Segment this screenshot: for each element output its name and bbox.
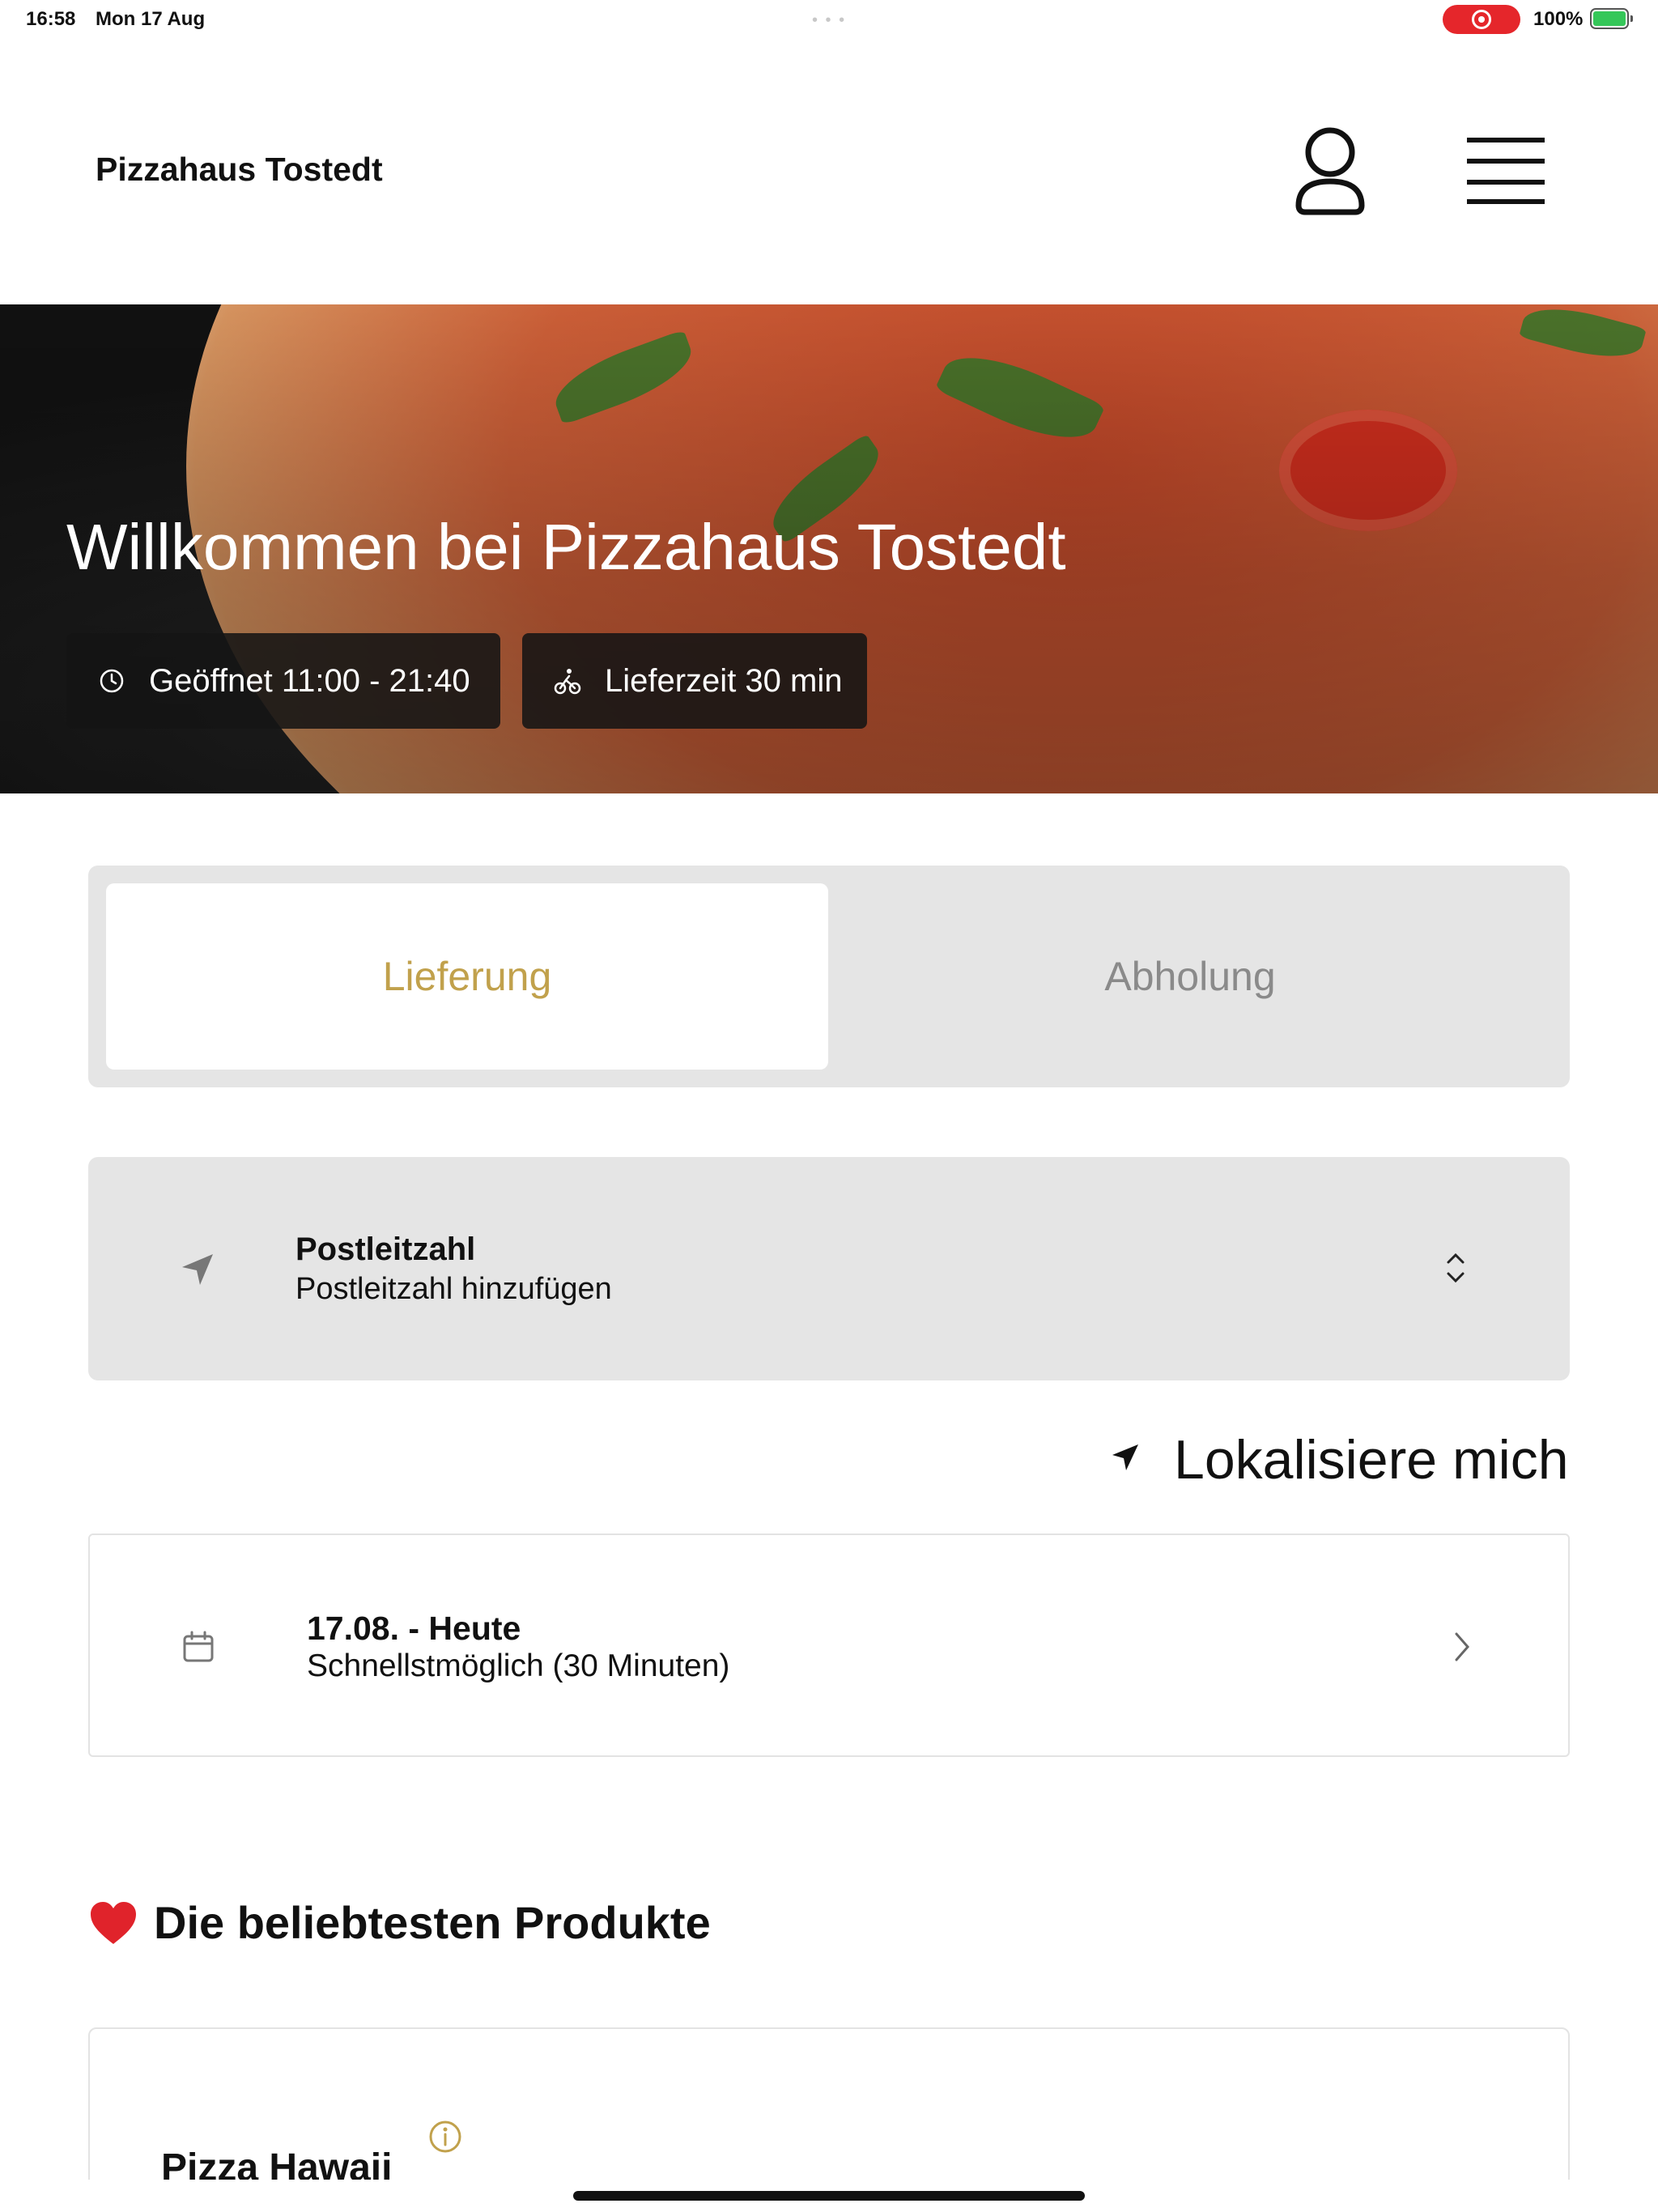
opening-hours-badge: Geöffnet 11:00 - 21:40: [66, 633, 500, 729]
order-mode-toggle: Lieferung Abholung: [88, 866, 1570, 1087]
calendar-icon: [183, 1631, 214, 1662]
battery-percentage: 100%: [1533, 8, 1584, 30]
screen-recording-icon: [1443, 5, 1520, 34]
opening-hours-text: Geöffnet 11:00 - 21:40: [149, 662, 470, 699]
status-bar: 16:58 Mon 17 Aug • • • 100%: [0, 0, 1658, 40]
popular-products-title: Die beliebtesten Produkte: [154, 1897, 711, 1948]
location-arrow-icon: [182, 1254, 213, 1285]
postal-code-selector[interactable]: Postleitzahl Postleitzahl hinzufügen: [88, 1157, 1570, 1380]
info-icon[interactable]: [428, 2120, 462, 2154]
hamburger-menu-icon[interactable]: [1465, 136, 1546, 206]
delivery-date-subtitle: Schnellstmöglich (30 Minuten): [307, 1648, 730, 1683]
status-time: 16:58: [26, 8, 76, 30]
status-date: Mon 17 Aug: [96, 8, 206, 30]
heart-icon: [91, 1901, 136, 1944]
location-arrow-icon: [1112, 1444, 1138, 1470]
person-icon[interactable]: [1294, 126, 1367, 217]
locate-me-button[interactable]: Lokalisiere mich: [1104, 1425, 1574, 1495]
home-indicator[interactable]: [573, 2191, 1085, 2201]
multitasking-dots-icon[interactable]: • • •: [812, 11, 846, 30]
popular-products-heading: Die beliebtesten Produkte: [89, 1896, 711, 1949]
hero-banner: Willkommen bei Pizzahaus Tostedt Geöffne…: [0, 304, 1658, 793]
chevron-up-down-icon: [1447, 1253, 1465, 1283]
clock-icon: [100, 669, 124, 693]
battery-icon: [1590, 8, 1633, 29]
postal-code-value: Postleitzahl hinzufügen: [295, 1272, 612, 1306]
postal-code-label: Postleitzahl: [295, 1231, 476, 1267]
chevron-right-icon: [1455, 1632, 1469, 1661]
bicycle-courier-icon: [554, 669, 581, 695]
delivery-time-badge: Lieferzeit 30 min: [522, 633, 867, 729]
delivery-time-text: Lieferzeit 30 min: [605, 662, 843, 699]
delivery-date-title: 17.08. - Heute: [307, 1610, 521, 1647]
hero-title: Willkommen bei Pizzahaus Tostedt: [66, 511, 1066, 583]
site-title[interactable]: Pizzahaus Tostedt: [96, 151, 383, 189]
tab-delivery[interactable]: Lieferung: [106, 883, 828, 1070]
locate-me-label: Lokalisiere mich: [1174, 1429, 1569, 1491]
tab-pickup[interactable]: Abholung: [828, 883, 1552, 1070]
delivery-date-selector[interactable]: 17.08. - Heute Schnellstmöglich (30 Minu…: [88, 1534, 1570, 1757]
